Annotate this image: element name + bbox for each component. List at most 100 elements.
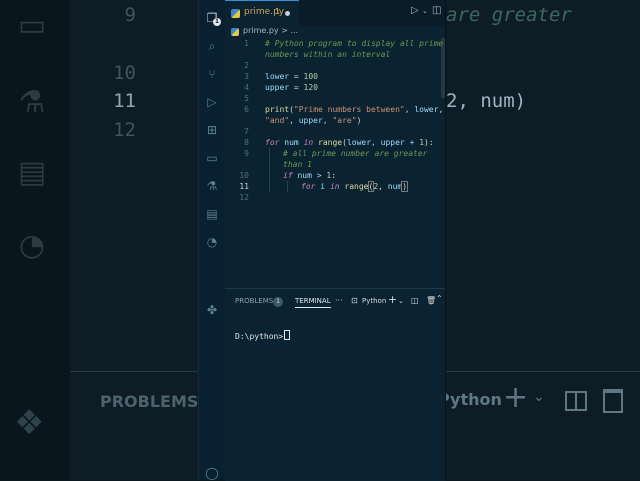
tab-terminal[interactable]: TERMINAL — [295, 297, 331, 308]
maximize-icon[interactable]: ⌃ — [436, 294, 443, 303]
tab-prime-py[interactable]: prime.py 1 — [225, 0, 299, 26]
breadcrumb[interactable]: prime.py > ... — [225, 26, 445, 38]
terminal-output[interactable]: D:\python> — [235, 330, 291, 341]
code-string: "Prime numbers between" — [293, 105, 405, 114]
account-icon[interactable]: ◯ — [204, 465, 220, 481]
python-file-icon — [231, 9, 240, 18]
text-cursor — [407, 182, 409, 191]
code-line-1: # Python program to display all prime — [265, 38, 443, 49]
code-line-9: # all prime number are greater — [283, 148, 428, 159]
git-graph-icon[interactable]: ◔ — [204, 234, 220, 250]
chevron-down-icon: ⌄ — [533, 389, 545, 405]
docker-icon[interactable]: ▤ — [204, 206, 220, 222]
line-number: 7 — [244, 127, 249, 136]
code-line-8: for num in range(lower, upper + 1): — [265, 138, 434, 147]
code-variable: lower — [414, 105, 439, 114]
background-comment: are greater — [446, 4, 572, 26]
code-keyword: for — [265, 138, 280, 147]
run-debug-icon[interactable]: ▷ — [204, 94, 220, 110]
code-number: 100 — [303, 72, 318, 81]
background-python-label: Python — [438, 390, 502, 409]
breadcrumb-text: prime.py > ... — [243, 26, 299, 35]
code-line-10: if num > 1: — [283, 171, 337, 180]
problems-count-badge: 1 — [273, 297, 283, 307]
line-number: 5 — [244, 94, 249, 103]
tab-bar: prime.py 1 ▷ ⌄ ◫ — [225, 0, 445, 26]
python-file-icon — [231, 28, 239, 36]
code-expression: num > — [297, 171, 327, 180]
code-number: 120 — [303, 83, 318, 92]
code-line-4: upper = 120 — [265, 83, 318, 92]
code-variable: upper — [265, 83, 290, 92]
background-line-number: 10 — [113, 62, 136, 84]
code-function: range — [318, 138, 343, 147]
testing-icon: ⚗ — [18, 85, 46, 120]
more-icon[interactable]: ··· — [335, 296, 343, 305]
search-icon[interactable]: ⌕ — [204, 38, 220, 54]
tab-problems[interactable]: PROBLEMS — [235, 297, 273, 305]
terminal-cursor — [284, 330, 291, 340]
split-terminal-icon[interactable]: ◫ — [411, 296, 419, 305]
terminal-icon: ⊡ — [351, 296, 358, 305]
bottom-panel: PROBLEMS 1 TERMINAL ··· ⊡ Python + ⌄ ◫ 🗑… — [225, 288, 445, 481]
code-line-9-wrap: than 1 — [283, 159, 312, 170]
line-number: 12 — [239, 193, 249, 202]
trash-icon[interactable]: 🗑 — [426, 296, 436, 305]
code-keyword: in — [303, 138, 314, 147]
line-number: 8 — [244, 138, 249, 147]
code-line-1-wrap: numbers within an interval — [265, 49, 390, 60]
activity-bar: ❐ 1 ⌕ ⑂ ▷ ⊞ ▭ ⚗ ▤ ◔ ✤ ◯ — [199, 0, 225, 480]
background-code: 2, num) — [446, 90, 527, 112]
vscode-window: ❐ 1 ⌕ ⑂ ▷ ⊞ ▭ ⚗ ▤ ◔ ✤ ◯ prime.py 1 ▷ ⌄ ◫… — [198, 0, 446, 481]
explorer-badge: 1 — [213, 18, 221, 26]
remote-explorer-icon[interactable]: ▭ — [204, 150, 220, 166]
tab-problem-count: 1 — [275, 7, 281, 16]
code-variable: num — [387, 182, 403, 191]
git-graph-icon: ◔ — [18, 228, 46, 263]
code-line-6: print("Prime numbers between", lower, — [265, 105, 444, 114]
code-string: "are" — [332, 116, 357, 125]
line-number: 2 — [244, 61, 249, 70]
terminal-profile-label[interactable]: Python — [362, 297, 386, 305]
terminal-prompt: D:\python> — [235, 332, 284, 341]
indent-guide — [269, 148, 270, 192]
line-number: 4 — [244, 83, 249, 92]
extensions-icon[interactable]: ⊞ — [204, 122, 220, 138]
split-terminal-icon — [565, 391, 587, 411]
trash-icon — [603, 389, 623, 413]
modified-indicator[interactable] — [285, 11, 290, 16]
code-comment: # all prime number are greater — [283, 149, 428, 158]
code-keyword: if — [283, 171, 293, 180]
code-line-11: for i in range(2, num) — [301, 181, 409, 192]
explorer-icon: ▭ — [17, 8, 47, 43]
add-terminal-icon[interactable]: + — [388, 293, 397, 306]
run-icon[interactable]: ▷ — [411, 5, 419, 16]
code-string: "and" — [265, 116, 290, 125]
code-comment: than 1 — [283, 160, 312, 169]
background-current-line-number: 11 — [113, 90, 136, 112]
indent-guide — [287, 181, 288, 192]
split-editor-icon[interactable]: ◫ — [432, 5, 441, 16]
source-control-icon[interactable]: ⑂ — [204, 66, 220, 82]
code-args: lower, upper + — [346, 138, 420, 147]
testing-icon[interactable]: ⚗ — [204, 178, 220, 194]
code-variable: lower — [265, 72, 290, 81]
code-function: print — [265, 105, 290, 114]
run-options-chevron-icon[interactable]: ⌄ — [422, 7, 428, 15]
code-function: range — [344, 182, 369, 191]
code-variable: num — [284, 138, 299, 147]
python-icon: ❖ — [14, 403, 45, 443]
code-keyword: in — [329, 182, 340, 191]
add-terminal-icon: + — [503, 380, 529, 415]
code-line-3: lower = 100 — [265, 72, 318, 81]
background-problems-label: PROBLEMS — [100, 392, 199, 411]
code-variable: upper — [298, 116, 323, 125]
code-line-6-wrap: "and", upper, "are") — [265, 116, 362, 125]
python-icon[interactable]: ✤ — [204, 302, 220, 318]
code-comment: numbers within an interval — [265, 50, 391, 59]
code-editor[interactable]: 1 2 3 4 5 6 7 8 9 10 11 12 # Python prog… — [225, 38, 445, 288]
line-number: 10 — [239, 171, 249, 180]
code-keyword: for — [301, 182, 316, 191]
current-line-number: 11 — [239, 182, 249, 191]
chevron-down-icon[interactable]: ⌄ — [398, 297, 404, 305]
